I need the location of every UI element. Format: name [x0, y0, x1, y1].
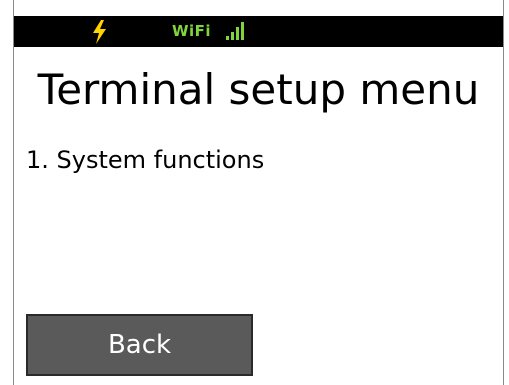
screen-right-bezel [503, 0, 509, 385]
signal-bars-icon [226, 22, 248, 40]
lightning-bolt-icon [90, 20, 108, 44]
page-title: Terminal setup menu [37, 65, 480, 114]
wifi-label: WiFi [172, 22, 212, 40]
back-button[interactable]: Back [26, 314, 253, 376]
status-bar: WiFi [14, 16, 503, 47]
menu-item-system-functions[interactable]: 1. System functions [26, 145, 264, 175]
terminal-screen: WiFi Terminal setup menu 1. System funct… [0, 0, 509, 385]
screen-left-bezel [0, 0, 14, 385]
